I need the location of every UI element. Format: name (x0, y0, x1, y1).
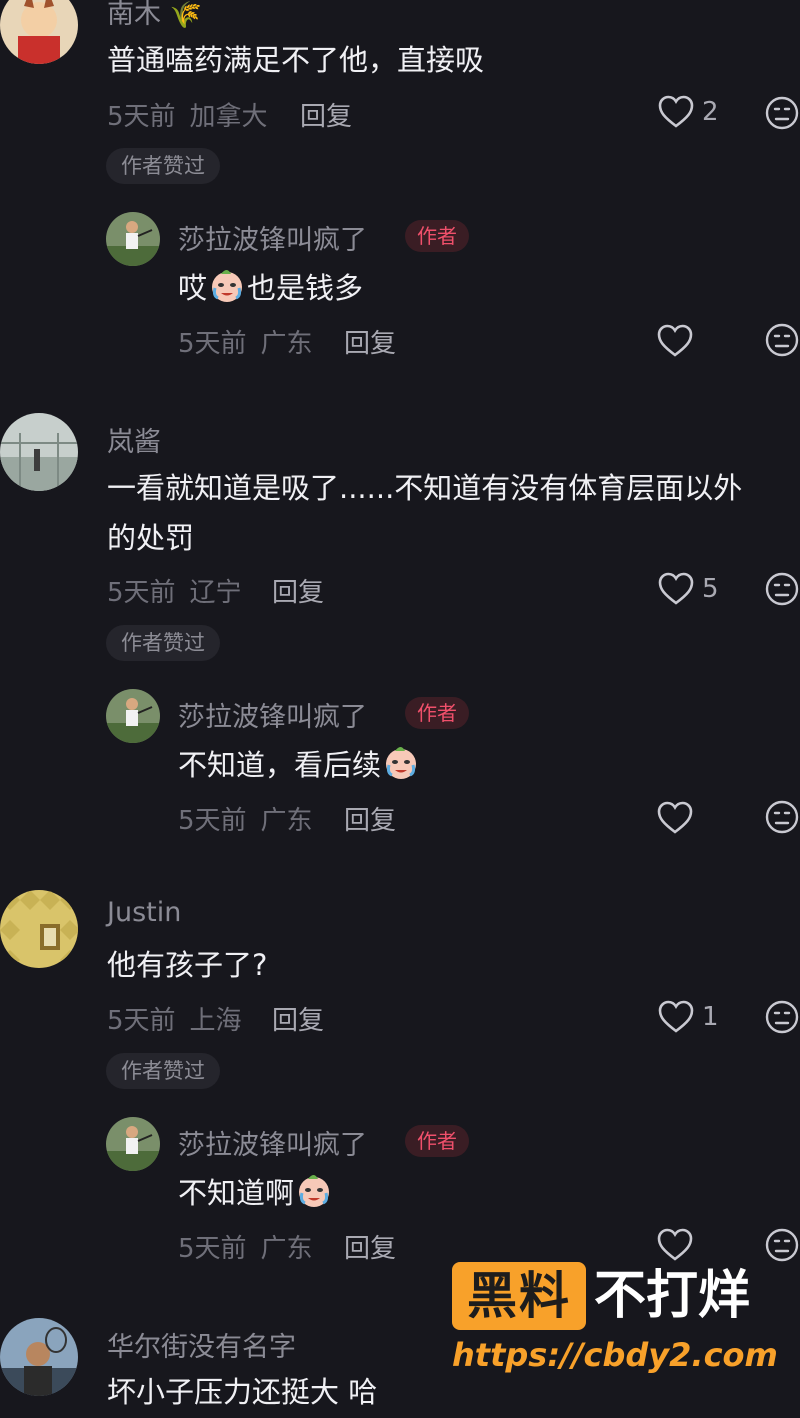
comment-meta: 5天前 上海 (107, 1006, 242, 1036)
comment-meta: 5天前 辽宁 (107, 578, 242, 608)
crying-emoji-icon (299, 1175, 330, 1207)
reply-text: 不知道啊 (178, 1167, 334, 1219)
author-tag: 作者 (405, 697, 469, 729)
reply-button[interactable]: 回复 (300, 96, 352, 133)
heart-icon[interactable] (658, 1000, 694, 1034)
heart-icon[interactable] (658, 572, 694, 606)
user-avatar[interactable] (0, 413, 78, 491)
comment-meta: 5天前 加拿大 (107, 102, 268, 132)
dislike-icon[interactable] (764, 571, 800, 607)
reply-meta: 5天前 广东 (178, 1234, 313, 1264)
heart-icon[interactable] (657, 324, 693, 358)
heart-icon[interactable] (657, 1228, 693, 1262)
like-count: 5 (702, 574, 719, 604)
dislike-icon[interactable] (764, 999, 800, 1035)
author-liked-badge: 作者赞过 (106, 1053, 220, 1089)
author-username[interactable]: 莎拉波锋叫疯了 (178, 1123, 367, 1162)
reply-button[interactable]: 回复 (272, 572, 324, 609)
heart-icon[interactable] (657, 801, 693, 835)
dislike-icon[interactable] (764, 1227, 800, 1263)
reply-meta: 5天前 广东 (178, 329, 313, 359)
author-tag: 作者 (405, 1125, 469, 1157)
watermark-text: 不打烊 (594, 1266, 751, 1326)
like-count: 2 (702, 97, 719, 127)
crying-emoji-icon (212, 270, 243, 302)
author-tag: 作者 (405, 220, 469, 252)
reply-text: 不知道，看后续 (178, 739, 421, 791)
comment-username[interactable]: 华尔街没有名字 (107, 1325, 296, 1364)
dislike-icon[interactable] (764, 322, 800, 358)
dislike-icon[interactable] (764, 799, 800, 835)
dislike-icon[interactable] (764, 95, 800, 131)
comment-username[interactable]: 南木 🌾 (107, 0, 202, 31)
author-liked-badge: 作者赞过 (106, 148, 220, 184)
comment-text: 坏小子压力还挺大 哈 (107, 1375, 378, 1409)
comment-username[interactable]: 岚酱 (107, 420, 161, 459)
heart-icon[interactable] (658, 95, 694, 129)
comment-text-line: 一看就知道是吸了......不知道有没有体育层面以外 (107, 471, 743, 505)
reply-meta: 5天前 广东 (178, 806, 313, 836)
author-avatar[interactable] (106, 1117, 160, 1171)
reply-button[interactable]: 回复 (344, 323, 396, 360)
author-avatar[interactable] (106, 689, 160, 743)
author-avatar[interactable] (106, 212, 160, 266)
user-avatar[interactable] (0, 0, 78, 64)
author-username[interactable]: 莎拉波锋叫疯了 (178, 218, 367, 257)
author-username[interactable]: 莎拉波锋叫疯了 (178, 695, 367, 734)
comment-text: 他有孩子了? (107, 948, 268, 982)
reply-button[interactable]: 回复 (344, 800, 396, 837)
watermark-url: https://cbdy2.com (452, 1336, 778, 1374)
comment-text: 普通嗑药满足不了他，直接吸 (107, 43, 485, 77)
wheat-icon: 🌾 (169, 0, 202, 31)
crying-emoji-icon (386, 747, 417, 779)
comment-username[interactable]: Justin (107, 897, 181, 928)
like-count: 1 (702, 1002, 719, 1032)
watermark-logo: 黑料 (452, 1262, 586, 1330)
user-avatar[interactable] (0, 890, 78, 968)
comment-text-line: 的处罚 (107, 521, 195, 555)
reply-text: 哎也是钱多 (178, 262, 363, 314)
author-liked-badge: 作者赞过 (106, 625, 220, 661)
user-avatar[interactable] (0, 1318, 78, 1396)
reply-button[interactable]: 回复 (272, 1000, 324, 1037)
reply-button[interactable]: 回复 (344, 1228, 396, 1265)
